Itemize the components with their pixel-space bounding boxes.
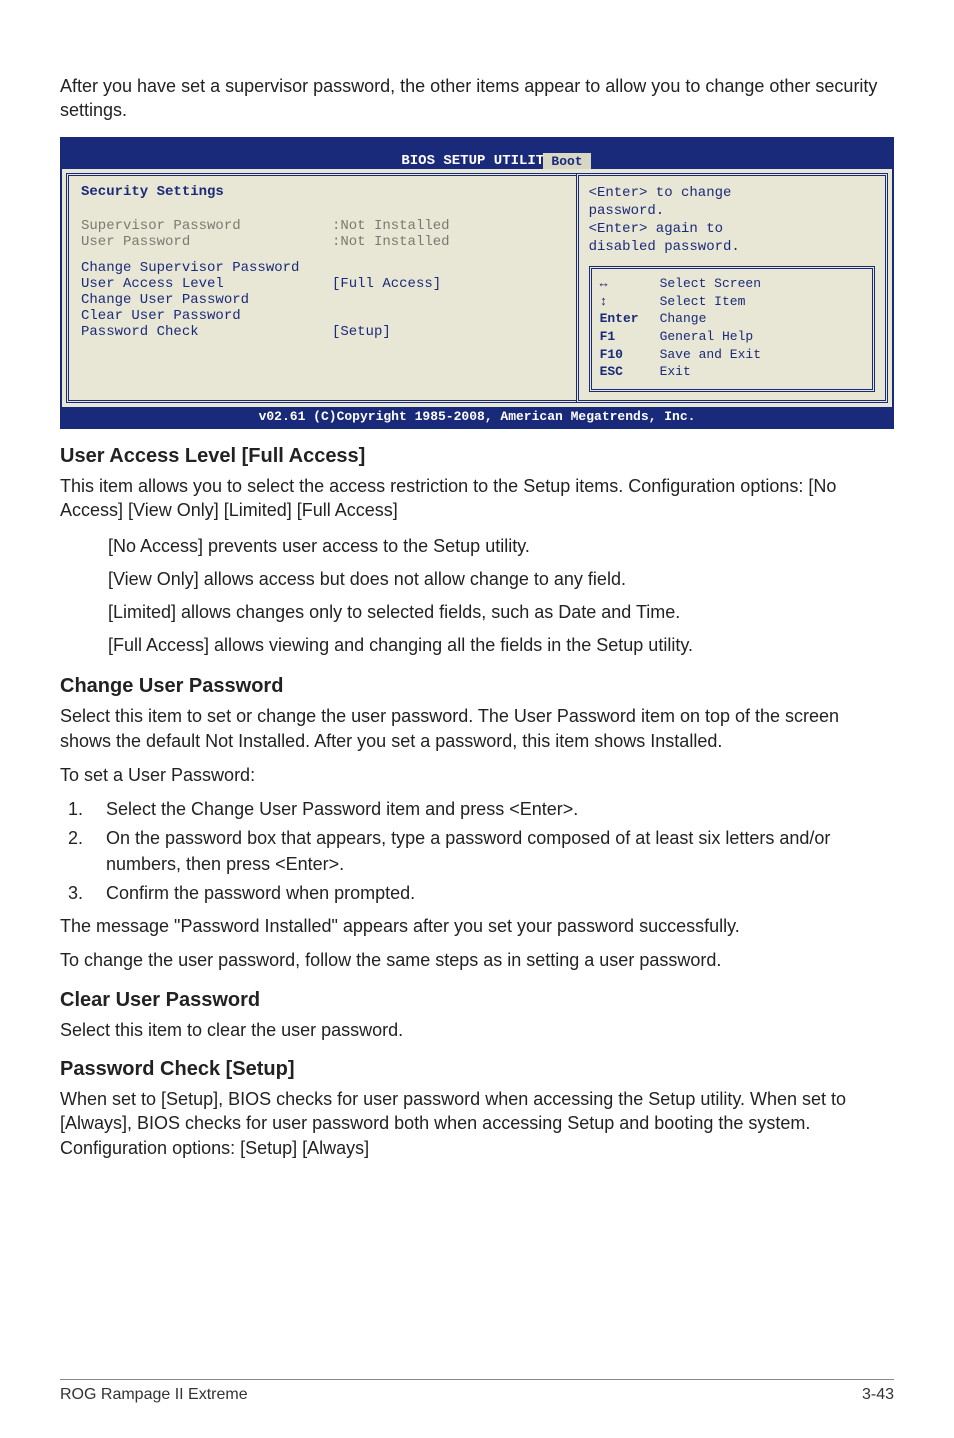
step-3: Confirm the password when prompted.	[88, 881, 894, 906]
supervisor-password-row: Supervisor Password :Not Installed	[81, 218, 564, 234]
page-footer: ROG Rampage II Extreme 3-43	[60, 1379, 894, 1404]
legend-esc-text: Exit	[660, 363, 691, 381]
user-access-level-label: User Access Level	[81, 276, 332, 292]
change-user-password-label: Change User Password	[81, 292, 332, 308]
change-user-password-heading: Change User Password	[60, 675, 894, 698]
user-password-value: :Not Installed	[332, 234, 450, 250]
security-settings-heading: Security Settings	[81, 184, 564, 200]
user-access-level-heading: User Access Level [Full Access]	[60, 445, 894, 468]
clear-user-password-heading: Clear User Password	[60, 989, 894, 1012]
help-line-1: <Enter> to change	[589, 184, 875, 202]
bios-right-panel: <Enter> to change password. <Enter> agai…	[576, 173, 888, 403]
password-installed-message: The message "Password Installed" appears…	[60, 914, 894, 938]
bios-title: BIOS SETUP UTILITY	[62, 151, 892, 169]
bios-help-text: <Enter> to change password. <Enter> agai…	[589, 184, 875, 257]
legend-enter-text: Change	[660, 310, 707, 328]
intro-paragraph: After you have set a supervisor password…	[60, 74, 894, 123]
to-set-user-password: To set a User Password:	[60, 763, 894, 787]
password-check-heading: Password Check [Setup]	[60, 1058, 894, 1081]
legend-esc-key: ESC	[600, 363, 660, 381]
supervisor-password-label: Supervisor Password	[81, 218, 332, 234]
bios-setup-panel: BIOS SETUP UTILITY Boot Security Setting…	[60, 137, 894, 429]
clear-user-password-item[interactable]: Clear User Password	[81, 308, 564, 324]
change-supervisor-password-item[interactable]: Change Supervisor Password	[81, 260, 564, 276]
change-user-password-desc: Select this item to set or change the us…	[60, 704, 894, 753]
access-option-limited: [Limited] allows changes only to selecte…	[108, 598, 894, 627]
access-option-full-access: [Full Access] allows viewing and changin…	[108, 631, 894, 660]
help-line-2: password.	[589, 202, 875, 220]
user-password-label: User Password	[81, 234, 332, 250]
bios-title-bar: BIOS SETUP UTILITY Boot	[62, 139, 892, 169]
legend-select-screen: Select Screen	[660, 275, 761, 293]
help-line-4: disabled password.	[589, 238, 875, 256]
set-password-steps: Select the Change User Password item and…	[60, 797, 894, 906]
password-check-label: Password Check	[81, 324, 332, 340]
password-check-item[interactable]: Password Check [Setup]	[81, 324, 564, 340]
change-password-note: To change the user password, follow the …	[60, 948, 894, 972]
help-line-3: <Enter> again to	[589, 220, 875, 238]
legend-f1-key: F1	[600, 328, 660, 346]
change-supervisor-password-label: Change Supervisor Password	[81, 260, 332, 276]
password-check-value: [Setup]	[332, 324, 391, 340]
step-1: Select the Change User Password item and…	[88, 797, 894, 822]
arrow-left-right-icon: ↔	[600, 275, 660, 293]
access-option-view-only: [View Only] allows access but does not a…	[108, 565, 894, 594]
access-options-list: [No Access] prevents user access to the …	[108, 532, 894, 659]
user-access-level-value: [Full Access]	[332, 276, 441, 292]
clear-user-password-desc: Select this item to clear the user passw…	[60, 1018, 894, 1042]
user-password-row: User Password :Not Installed	[81, 234, 564, 250]
password-check-desc: When set to [Setup], BIOS checks for use…	[60, 1087, 894, 1160]
arrow-up-down-icon: ↕	[600, 293, 660, 311]
legend-f1-text: General Help	[660, 328, 754, 346]
step-2: On the password box that appears, type a…	[88, 826, 894, 876]
legend-enter-key: Enter	[600, 310, 660, 328]
legend-f10-text: Save and Exit	[660, 346, 761, 364]
user-access-level-item[interactable]: User Access Level [Full Access]	[81, 276, 564, 292]
footer-left: ROG Rampage II Extreme	[60, 1386, 248, 1404]
change-user-password-item[interactable]: Change User Password	[81, 292, 564, 308]
supervisor-password-value: :Not Installed	[332, 218, 450, 234]
user-access-level-desc: This item allows you to select the acces…	[60, 474, 894, 523]
legend-select-item: Select Item	[660, 293, 746, 311]
bios-copyright-footer: v02.61 (C)Copyright 1985-2008, American …	[62, 407, 892, 427]
access-option-no-access: [No Access] prevents user access to the …	[108, 532, 894, 561]
bios-left-panel: Security Settings Supervisor Password :N…	[66, 173, 576, 403]
footer-page-number: 3-43	[862, 1386, 894, 1404]
clear-user-password-label: Clear User Password	[81, 308, 332, 324]
bios-tab-boot[interactable]: Boot	[543, 153, 590, 169]
bios-key-legend: ↔ Select Screen ↕ Select Item Enter Chan…	[589, 266, 875, 391]
legend-f10-key: F10	[600, 346, 660, 364]
